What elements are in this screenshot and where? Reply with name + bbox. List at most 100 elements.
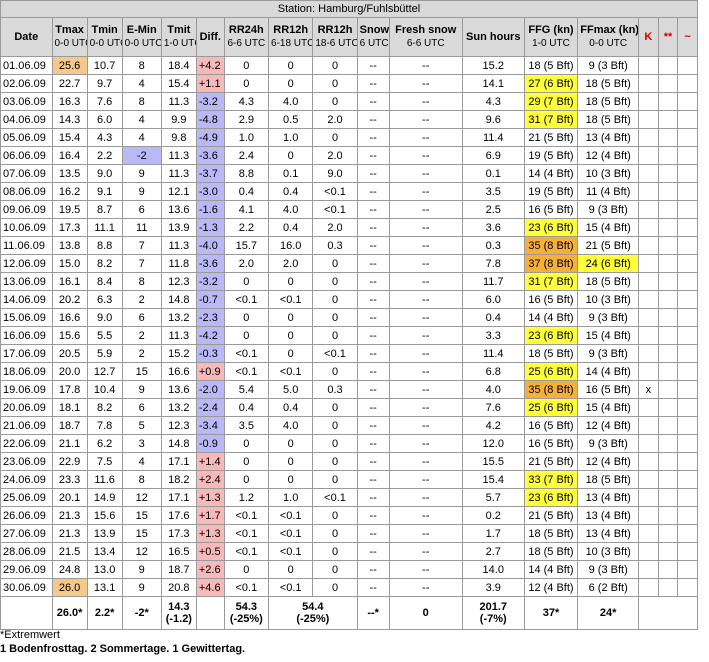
cell: 19.5 [51, 200, 88, 219]
cell: 16.6 [51, 308, 88, 327]
header-col-14: K [638, 17, 659, 57]
cell: 1.0 [223, 128, 270, 147]
cell: 15.2 [461, 56, 525, 75]
cell: 17.3 [51, 218, 88, 237]
cell: -- [356, 380, 390, 399]
cell: 18 (5 Bft) [577, 74, 640, 93]
cell: 0 [312, 434, 358, 453]
header-col-10: Fresh snow 6-6 UTC [388, 17, 463, 57]
cell [677, 308, 698, 327]
cell: 0 [223, 74, 270, 93]
cell: 6 [121, 308, 162, 327]
cell: -1.3 [195, 218, 225, 237]
cell: -- [356, 578, 390, 597]
cell: 9.1 [86, 182, 123, 201]
header-col-4: Tmit1-0 UTC [160, 17, 197, 57]
cell: 19 (5 Bft) [523, 182, 579, 201]
cell: <0.1 [223, 362, 270, 381]
table-row: 16.06.09 15.6 5.5 2 11.3 -4.2 0 0 0 -- -- 3.3 23 (6 … [0, 326, 698, 345]
cell: 13.2 [160, 308, 197, 327]
cell: -- [388, 452, 463, 471]
cell: -- [388, 146, 463, 165]
cell [677, 74, 698, 93]
cell [677, 254, 698, 273]
cell: 15 [121, 506, 162, 525]
cell: 21 (5 Bft) [523, 506, 579, 525]
cell: 24.06.09 [0, 470, 53, 489]
cell: 2.0 [312, 218, 358, 237]
cell: 18 (5 Bft) [577, 470, 640, 489]
table-row: 23.06.09 22.9 7.5 4 17.1 +1.4 0 0 0 -- -- 15.5 21 (5… [0, 452, 698, 471]
cell: 8.4 [86, 272, 123, 291]
cell [638, 398, 659, 417]
cell: 0 [312, 416, 358, 435]
table-row: 29.06.09 24.8 13.0 9 18.7 +2.6 0 0 0 -- -- 14.0 14 (… [0, 560, 698, 579]
cell: -- [388, 362, 463, 381]
cell: 11.4 [461, 344, 525, 363]
cell: -- [356, 506, 390, 525]
cell [638, 542, 659, 561]
header-col-16: ~ [677, 17, 698, 57]
cell: 31 (7 Bft) [523, 272, 579, 291]
cell: 5 [121, 416, 162, 435]
cell [657, 128, 679, 147]
table-row: 06.06.09 16.4 2.2 -2 11.3 -3.6 2.4 0 2.0 -- -- 6.9 1… [0, 146, 698, 165]
cell: 3.5 [223, 416, 270, 435]
cell: 14.8 [160, 290, 197, 309]
cell: 05.06.09 [0, 128, 53, 147]
table-row: 27.06.09 21.3 13.9 15 17.3 +1.3 <0.1 <0.1 0 -- -- 1… [0, 524, 698, 543]
cell: 2.2 [86, 146, 123, 165]
sum-emin: -2* [121, 596, 162, 630]
cell [677, 560, 698, 579]
cell: 15 [121, 362, 162, 381]
cell: 7.5 [86, 452, 123, 471]
cell: 25 (6 Bft) [523, 398, 579, 417]
cell: <0.1 [223, 506, 270, 525]
cell: -3.4 [195, 416, 225, 435]
cell: 15.4 [51, 128, 88, 147]
cell: 9 (3 Bft) [577, 308, 640, 327]
cell: -- [388, 272, 463, 291]
cell: 12.3 [160, 272, 197, 291]
cell: -- [388, 200, 463, 219]
cell: -- [388, 398, 463, 417]
cell: 11.3 [160, 326, 197, 345]
cell: 18.4 [160, 56, 197, 75]
cell: 13.5 [51, 164, 88, 183]
cell: 21 (5 Bft) [523, 452, 579, 471]
cell: -- [356, 416, 390, 435]
cell [677, 110, 698, 129]
cell: 11 (4 Bft) [577, 182, 640, 201]
cell: 3 [121, 434, 162, 453]
cell: -- [388, 254, 463, 273]
cell: 13.9 [160, 218, 197, 237]
cell: 0 [312, 326, 358, 345]
cell: 16.1 [51, 272, 88, 291]
cell: 15 (4 Bft) [577, 326, 640, 345]
cell: 8 [121, 272, 162, 291]
cell [657, 182, 679, 201]
cell [657, 146, 679, 165]
cell: 0 [268, 56, 314, 75]
cell: 15.4 [160, 74, 197, 93]
cell: 6.8 [461, 362, 525, 381]
cell: 0.4 [223, 182, 270, 201]
cell: 8.2 [86, 254, 123, 273]
cell: 16 (5 Bft) [523, 290, 579, 309]
cell: -3.2 [195, 272, 225, 291]
cell: 29 (7 Bft) [523, 92, 579, 111]
cell: 0 [312, 470, 358, 489]
cell [677, 236, 698, 255]
cell: -- [356, 452, 390, 471]
cell: 22.06.09 [0, 434, 53, 453]
cell: -- [356, 56, 390, 75]
cell: 0 [312, 398, 358, 417]
cell: 10 (3 Bft) [577, 290, 640, 309]
cell: 18 (5 Bft) [523, 524, 579, 543]
cell: 12.1 [160, 182, 197, 201]
cell [677, 200, 698, 219]
header-col-6: RR24h 6-6 UTC [223, 17, 270, 57]
cell: 0 [312, 560, 358, 579]
cell: 0 [223, 326, 270, 345]
cell: -- [356, 110, 390, 129]
